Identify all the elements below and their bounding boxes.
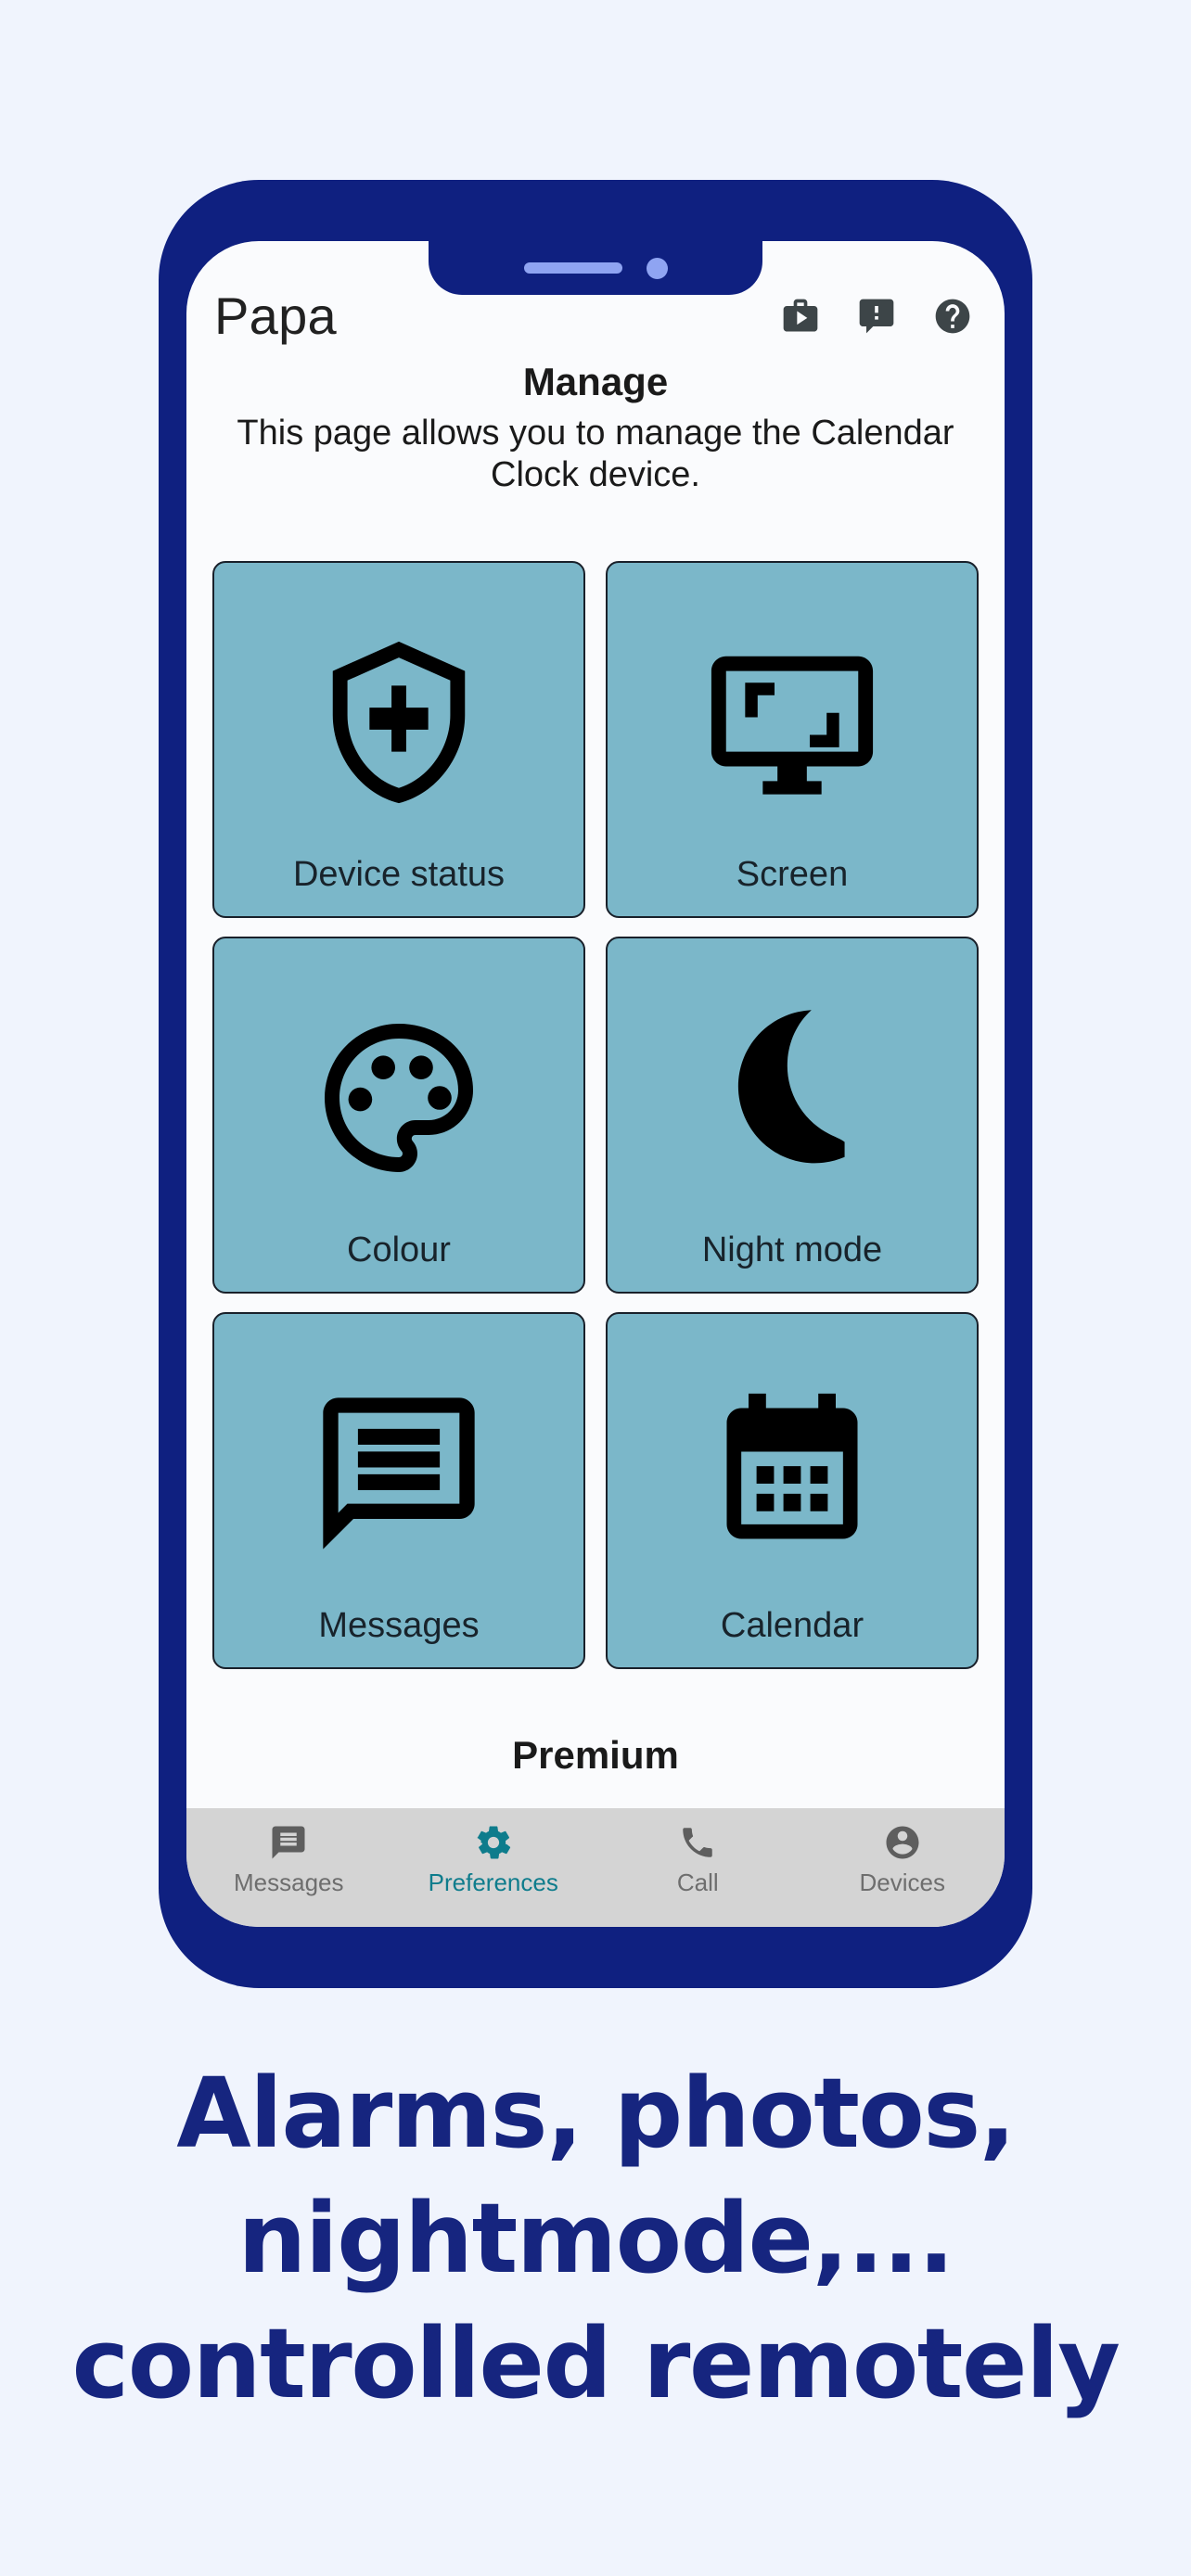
phone-screen: Papa Manage This page allows you to mana… (186, 241, 1005, 1927)
monitor-icon (608, 587, 977, 857)
crescent-moon-icon (608, 963, 977, 1232)
shield-plus-icon (214, 587, 583, 857)
tile-label: Night mode (701, 1231, 883, 1269)
tile-night-mode[interactable]: Night mode (606, 937, 979, 1294)
marketing-headline: Alarms, photos, nightmode,... controlled… (0, 2051, 1191, 2428)
nav-label: Preferences (428, 1868, 558, 1896)
page-description: This page allows you to manage the Calen… (237, 413, 954, 494)
page-intro: Manage This page allows you to manage th… (186, 360, 1005, 495)
premium-label: Premium (512, 1733, 679, 1777)
premium-section: Premium (186, 1736, 1005, 1775)
screenshot-stage: Papa Manage This page allows you to mana… (0, 0, 1191, 2576)
tile-label: Device status (292, 855, 506, 894)
gear-icon (474, 1823, 513, 1862)
headline-line-3: controlled remotely (71, 2307, 1121, 2421)
nav-label: Messages (234, 1868, 344, 1896)
speaker-bar-icon (523, 262, 622, 274)
help-icon[interactable] (932, 296, 973, 337)
nav-item-call[interactable]: Call (596, 1823, 800, 1894)
nav-item-devices[interactable]: Devices (800, 1823, 1005, 1894)
camera-dot-icon (646, 257, 668, 279)
tile-colour[interactable]: Colour (212, 937, 585, 1294)
tile-screen[interactable]: Screen (606, 561, 979, 918)
nav-item-preferences[interactable]: Preferences (391, 1823, 596, 1894)
work-play-icon[interactable] (780, 296, 821, 337)
nav-item-messages[interactable]: Messages (186, 1823, 391, 1894)
calendar-icon (608, 1338, 977, 1608)
tile-label: Screen (736, 855, 849, 894)
tile-label: Messages (318, 1606, 480, 1645)
phone-notch (429, 241, 762, 295)
tile-calendar[interactable]: Calendar (606, 1312, 979, 1669)
tile-label: Calendar (720, 1606, 864, 1645)
page-title: Manage (522, 360, 669, 403)
bottom-navigation: Messages Preferences Call Devices (186, 1808, 1005, 1927)
tile-messages[interactable]: Messages (212, 1312, 585, 1669)
nav-label: Devices (859, 1868, 945, 1896)
message-icon (269, 1823, 308, 1862)
phone-icon (678, 1823, 717, 1862)
nav-label: Call (676, 1868, 719, 1896)
tile-label: Colour (347, 1231, 451, 1269)
app-title: Papa (214, 287, 337, 345)
account-icon (883, 1823, 922, 1862)
headline-line-2: nightmode,... (237, 2182, 954, 2296)
tile-device-status[interactable]: Device status (212, 561, 585, 918)
palette-icon (214, 963, 583, 1232)
feedback-icon[interactable] (856, 296, 897, 337)
manage-tile-grid: Device status Screen Colour Night mode M… (212, 561, 979, 1669)
phone-frame: Papa Manage This page allows you to mana… (159, 180, 1032, 1988)
header-actions (780, 257, 973, 337)
headline-line-1: Alarms, photos, (176, 2057, 1016, 2170)
speech-bubble-lines-icon (214, 1338, 583, 1608)
